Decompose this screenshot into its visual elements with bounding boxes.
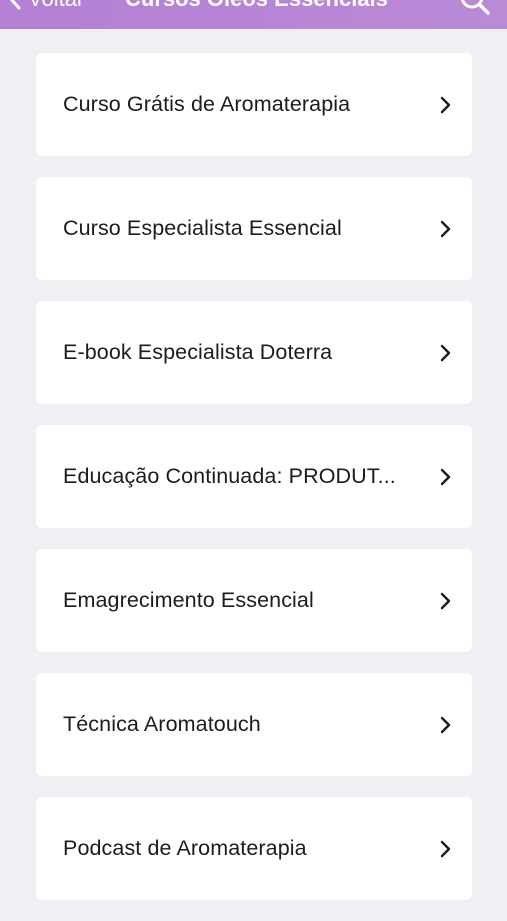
list-item[interactable]: Podcast de Aromaterapia — [36, 797, 472, 900]
course-list: Curso Grátis de Aromaterapia Curso Espec… — [36, 53, 472, 921]
back-button[interactable]: Voltar — [8, 0, 84, 12]
list-item[interactable]: Curso Especialista Essencial — [36, 177, 472, 280]
search-icon[interactable] — [459, 0, 491, 16]
chevron-right-icon — [440, 96, 451, 113]
list-item-label: Curso Especialista Essencial — [63, 216, 342, 240]
list-item-label: Técnica Aromatouch — [63, 712, 261, 736]
list-item-label: Curso Grátis de Aromaterapia — [63, 92, 351, 116]
list-item-label: Emagrecimento Essencial — [63, 588, 314, 612]
chevron-left-icon — [9, 0, 21, 10]
chevron-right-icon — [440, 344, 451, 361]
list-item[interactable]: Emagrecimento Essencial — [36, 549, 472, 652]
list-item[interactable]: Técnica Aromatouch — [36, 673, 472, 776]
list-item[interactable]: Educação Continuada: PRODUT... — [36, 425, 472, 528]
navigation-bar: Voltar Cursos Óleos Essenciais — [0, 0, 507, 29]
chevron-right-icon — [440, 592, 451, 609]
list-item-label: Educação Continuada: PRODUT... — [63, 464, 396, 488]
list-item[interactable]: E-book Especialista Doterra — [36, 301, 472, 404]
page-title: Cursos Óleos Essenciais — [125, 0, 388, 12]
list-item-label: Podcast de Aromaterapia — [63, 836, 307, 860]
chevron-right-icon — [440, 468, 451, 485]
list-item[interactable]: Curso Grátis de Aromaterapia — [36, 53, 472, 156]
list-item-label: E-book Especialista Doterra — [63, 340, 333, 364]
chevron-right-icon — [440, 840, 451, 857]
chevron-right-icon — [440, 220, 451, 237]
chevron-right-icon — [440, 716, 451, 733]
back-button-label: Voltar — [28, 0, 84, 12]
